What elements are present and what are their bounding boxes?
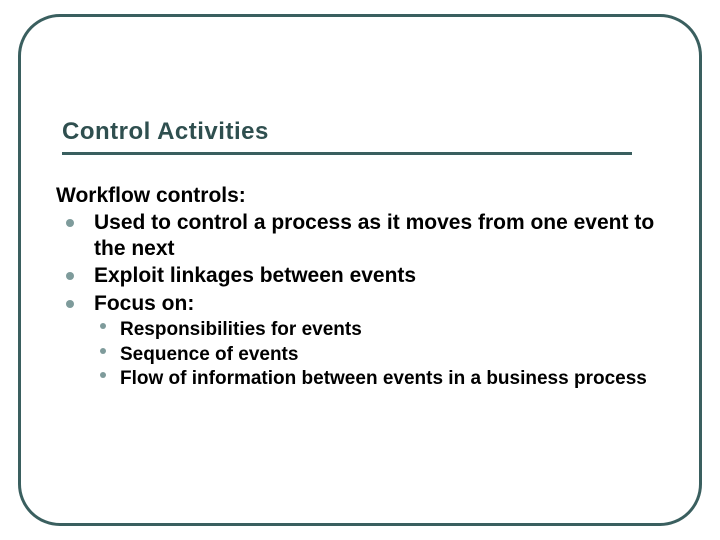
bullet-icon [66, 219, 74, 227]
list-item: Sequence of events [100, 343, 674, 366]
bullet-icon [66, 272, 74, 280]
bullet-icon [100, 348, 106, 354]
list-item-text: Used to control a process as it moves fr… [94, 211, 654, 260]
bullet-icon [100, 323, 106, 329]
list-item-text: Responsibilities for events [120, 319, 362, 340]
bullet-icon [66, 300, 74, 308]
list-item: Exploit linkages between events [60, 263, 674, 289]
slide-title: Control Activities [62, 118, 622, 146]
list-item: Used to control a process as it moves fr… [60, 210, 674, 261]
subheading: Workflow controls: [56, 184, 674, 208]
list-item-text: Flow of information between events in a … [120, 368, 647, 389]
slide-frame: Control Activities Workflow controls: Us… [0, 0, 720, 540]
bullet-list: Used to control a process as it moves fr… [56, 210, 674, 390]
content-area: Workflow controls: Used to control a pro… [56, 184, 674, 390]
list-item-text: Focus on: [94, 292, 194, 315]
list-item: Flow of information between events in a … [100, 367, 674, 390]
list-item-text: Sequence of events [120, 344, 298, 365]
title-underline [62, 152, 632, 155]
list-item: Focus on: Responsibilities for events Se… [60, 291, 674, 390]
list-item: Responsibilities for events [100, 318, 674, 341]
sub-bullet-list: Responsibilities for events Sequence of … [94, 318, 674, 390]
title-block: Control Activities [62, 118, 622, 155]
list-item-text: Exploit linkages between events [94, 264, 416, 287]
bullet-icon [100, 372, 106, 378]
